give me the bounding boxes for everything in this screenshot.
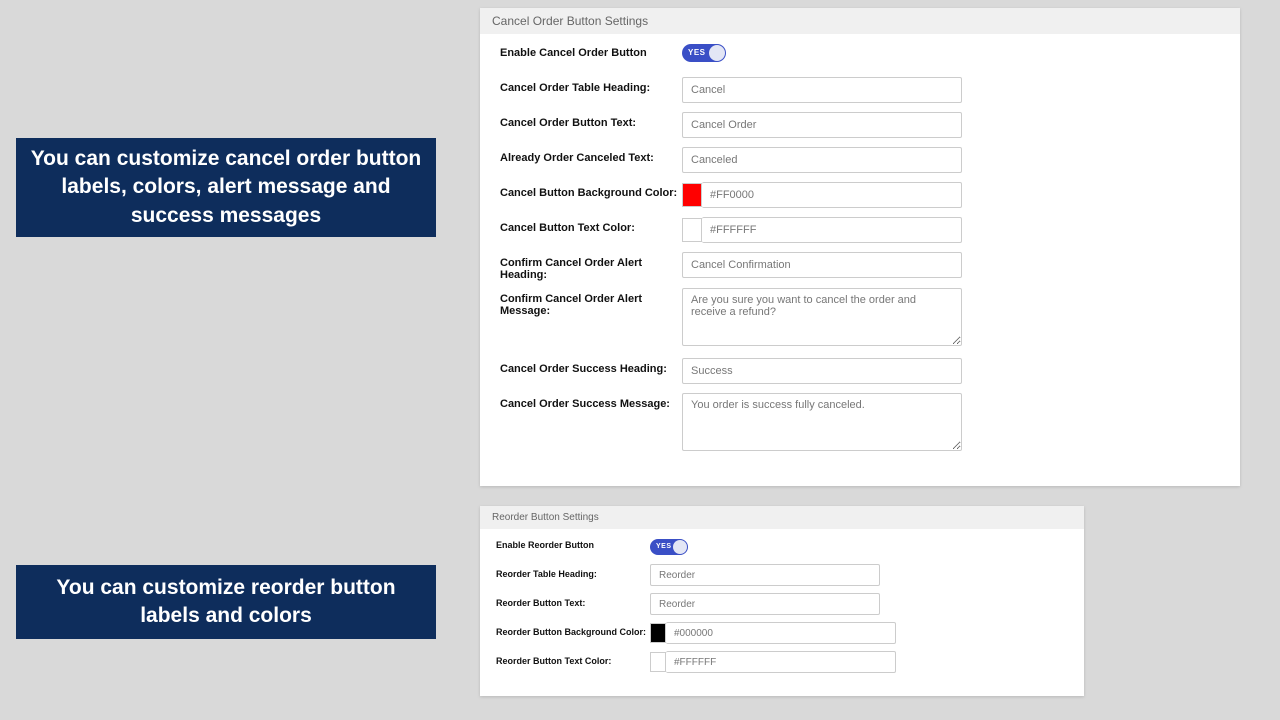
color-swatch-reorder-text[interactable] xyxy=(650,652,666,672)
reorder-settings-panel: Reorder Button Settings Enable Reorder B… xyxy=(480,506,1084,696)
label-cancel-button-text: Cancel Order Button Text: xyxy=(500,112,682,129)
label-reorder-text-color: Reorder Button Text Color: xyxy=(496,651,650,666)
input-alert-heading[interactable] xyxy=(682,252,962,278)
input-reorder-button-text[interactable] xyxy=(650,593,880,615)
label-reorder-button-text: Reorder Button Text: xyxy=(496,593,650,608)
toggle-knob-icon xyxy=(673,540,687,554)
toggle-text: YES xyxy=(688,48,706,57)
label-reorder-bg-color: Reorder Button Background Color: xyxy=(496,622,650,637)
input-success-heading[interactable] xyxy=(682,358,962,384)
input-cancel-table-heading[interactable] xyxy=(682,77,962,103)
cancel-order-settings-panel: Cancel Order Button Settings Enable Canc… xyxy=(480,8,1240,486)
input-cancel-text-color[interactable] xyxy=(702,217,962,243)
color-swatch-reorder-bg[interactable] xyxy=(650,623,666,643)
color-swatch-cancel-bg[interactable] xyxy=(682,183,702,207)
panel-header-cancel: Cancel Order Button Settings xyxy=(480,8,1240,34)
label-alert-heading: Confirm Cancel Order Alert Heading: xyxy=(500,252,682,281)
input-cancel-button-text[interactable] xyxy=(682,112,962,138)
toggle-knob-icon xyxy=(709,45,725,61)
label-success-message: Cancel Order Success Message: xyxy=(500,393,682,410)
label-enable-cancel: Enable Cancel Order Button xyxy=(500,42,682,59)
panel-header-reorder: Reorder Button Settings xyxy=(480,506,1084,529)
toggle-enable-cancel[interactable]: YES xyxy=(682,44,726,62)
label-reorder-table-heading: Reorder Table Heading: xyxy=(496,564,650,579)
label-cancel-table-heading: Cancel Order Table Heading: xyxy=(500,77,682,94)
color-swatch-cancel-text[interactable] xyxy=(682,218,702,242)
input-reorder-text-color[interactable] xyxy=(666,651,896,673)
label-cancel-bg-color: Cancel Button Background Color: xyxy=(500,182,682,199)
input-reorder-bg-color[interactable] xyxy=(666,622,896,644)
toggle-text: YES xyxy=(656,543,672,550)
input-already-canceled-text[interactable] xyxy=(682,147,962,173)
input-cancel-bg-color[interactable] xyxy=(702,182,962,208)
input-reorder-table-heading[interactable] xyxy=(650,564,880,586)
textarea-alert-message[interactable] xyxy=(682,288,962,346)
label-alert-message: Confirm Cancel Order Alert Message: xyxy=(500,288,682,317)
callout-cancel-customize: You can customize cancel order button la… xyxy=(16,138,436,237)
textarea-success-message[interactable] xyxy=(682,393,962,451)
label-already-canceled-text: Already Order Canceled Text: xyxy=(500,147,682,164)
label-cancel-text-color: Cancel Button Text Color: xyxy=(500,217,682,234)
toggle-enable-reorder[interactable]: YES xyxy=(650,539,688,555)
label-enable-reorder: Enable Reorder Button xyxy=(496,535,650,550)
callout-reorder-customize: You can customize reorder button labels … xyxy=(16,565,436,639)
label-success-heading: Cancel Order Success Heading: xyxy=(500,358,682,375)
